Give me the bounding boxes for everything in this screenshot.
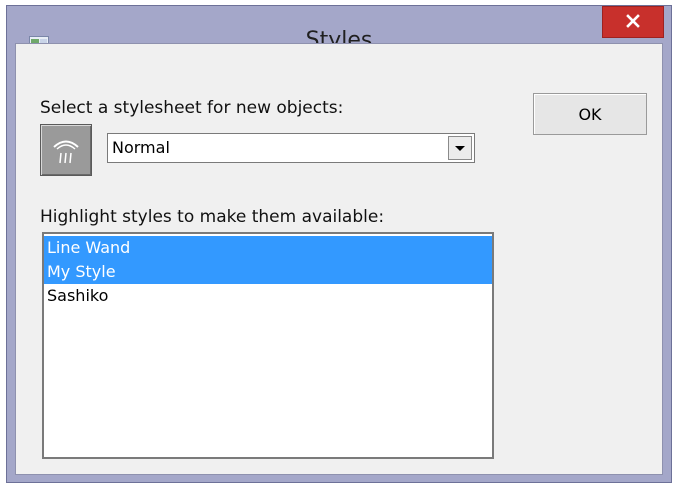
dropdown-arrow-icon — [449, 144, 471, 163]
close-icon — [626, 13, 640, 32]
list-item-line-wand[interactable]: Line Wand — [44, 236, 492, 260]
list-item-sashiko[interactable]: Sashiko — [44, 284, 492, 308]
list-item-my-style[interactable]: My Style — [44, 260, 492, 284]
stylesheet-label: Select a stylesheet for new objects: — [40, 98, 344, 118]
ok-button[interactable]: OK — [533, 93, 647, 135]
styles-listbox[interactable]: Line Wand My Style Sashiko — [42, 232, 494, 459]
dropdown-button[interactable] — [448, 136, 472, 160]
stylesheet-button[interactable] — [40, 124, 92, 176]
styles-dialog-window: Styles Select a stylesheet for new objec… — [6, 5, 672, 483]
styles-list-label: Highlight styles to make them available: — [40, 207, 385, 227]
stylesheet-select-value: Normal — [112, 138, 170, 157]
dialog-client-area: Select a stylesheet for new objects: Nor… — [15, 43, 663, 475]
stylesheet-select[interactable]: Normal — [107, 133, 475, 163]
close-button[interactable] — [602, 6, 664, 38]
